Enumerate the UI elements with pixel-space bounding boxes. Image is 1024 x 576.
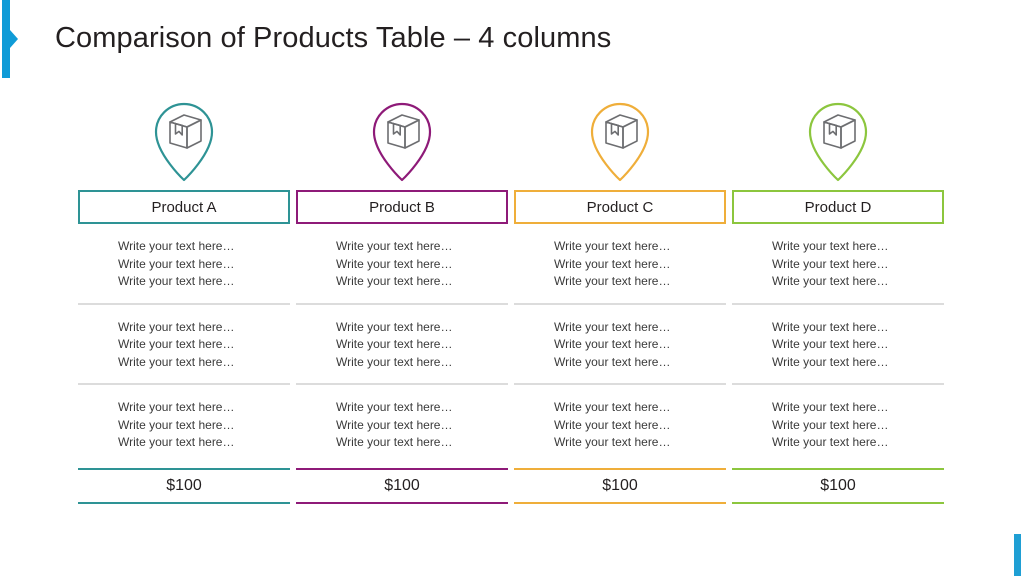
feature-group-2: Write your text here… Write your text her…	[296, 302, 508, 384]
product-price-box-2: $100	[296, 467, 508, 504]
product-pin-wrap	[296, 96, 508, 184]
feature-line: Write your text here…	[772, 400, 889, 414]
feature-group-2: Write your text here… Write your text her…	[732, 302, 944, 384]
feature-line: Write your text here…	[336, 256, 453, 271]
product-feature-groups: Write your text here… Write your text her…	[732, 224, 944, 464]
feature-line: Write your text here…	[336, 274, 453, 288]
feature-line: Write your text here…	[118, 417, 235, 432]
product-comparison-table: Product A Write your text here… Write you…	[78, 96, 944, 504]
product-name-label: Product D	[804, 198, 872, 216]
product-name-box-4[interactable]: Product D	[732, 190, 944, 224]
product-column-3: Product C Write your text here… Write you…	[514, 96, 726, 504]
feature-line: Write your text here…	[772, 319, 889, 334]
product-price-label: $100	[384, 476, 420, 494]
feature-line: Write your text here…	[554, 417, 671, 432]
product-price-box-4: $100	[732, 467, 944, 504]
package-box-pin-icon	[372, 102, 432, 182]
product-feature-groups: Write your text here… Write your text her…	[296, 224, 508, 464]
product-price-label: $100	[166, 476, 202, 494]
feature-line: Write your text here…	[772, 435, 889, 449]
feature-line: Write your text here…	[336, 417, 453, 432]
product-column-1: Product A Write your text here… Write you…	[78, 96, 290, 504]
right-accent-bar	[1014, 534, 1021, 576]
product-name-label: Product C	[586, 198, 654, 216]
package-box-pin-icon	[154, 102, 214, 182]
feature-line: Write your text here…	[118, 435, 235, 449]
feature-line: Write your text here…	[772, 239, 889, 253]
feature-group-3: Write your text here… Write your text her…	[78, 383, 290, 464]
left-accent-arrow-icon	[10, 30, 18, 48]
feature-line: Write your text here…	[118, 319, 235, 334]
feature-line: Write your text here…	[554, 337, 671, 351]
feature-line: Write your text here…	[554, 256, 671, 271]
slide-canvas: Comparison of Products Table – 4 columns…	[0, 0, 1024, 576]
feature-line: Write your text here…	[336, 319, 453, 334]
feature-group-3: Write your text here… Write your text her…	[296, 383, 508, 464]
feature-line: Write your text here…	[118, 256, 235, 271]
product-price-label: $100	[820, 476, 856, 494]
feature-group-1: Write your text here… Write your text her…	[732, 224, 944, 303]
feature-line: Write your text here…	[118, 239, 235, 253]
feature-line: Write your text here…	[554, 354, 671, 369]
product-pin-wrap	[514, 96, 726, 184]
feature-line: Write your text here…	[118, 400, 235, 414]
feature-line: Write your text here…	[554, 435, 671, 449]
package-box-pin-icon	[808, 102, 868, 182]
feature-line: Write your text here…	[118, 274, 235, 288]
feature-line: Write your text here…	[554, 239, 671, 253]
product-pin-wrap	[78, 96, 290, 184]
product-pin-wrap	[732, 96, 944, 184]
product-feature-groups: Write your text here… Write your text her…	[514, 224, 726, 464]
feature-line: Write your text here…	[554, 319, 671, 334]
feature-line: Write your text here…	[772, 337, 889, 351]
page-title: Comparison of Products Table – 4 columns	[55, 22, 612, 54]
feature-line: Write your text here…	[772, 417, 889, 432]
product-price-box-1: $100	[78, 467, 290, 504]
product-name-label: Product A	[151, 198, 217, 216]
left-accent-bar	[2, 0, 10, 78]
product-name-box-1[interactable]: Product A	[78, 190, 290, 224]
feature-group-3: Write your text here… Write your text her…	[514, 383, 726, 464]
product-column-2: Product B Write your text here… Write you…	[296, 96, 508, 504]
product-feature-groups: Write your text here… Write your text her…	[78, 224, 290, 464]
feature-line: Write your text here…	[336, 337, 453, 351]
feature-group-3: Write your text here… Write your text her…	[732, 383, 944, 464]
feature-line: Write your text here…	[336, 354, 453, 369]
feature-group-2: Write your text here… Write your text her…	[514, 302, 726, 384]
product-price-box-3: $100	[514, 467, 726, 504]
feature-group-2: Write your text here… Write your text her…	[78, 302, 290, 384]
feature-line: Write your text here…	[772, 354, 889, 369]
feature-line: Write your text here…	[118, 337, 235, 351]
feature-line: Write your text here…	[772, 274, 889, 288]
product-column-4: Product D Write your text here… Write you…	[732, 96, 944, 504]
package-box-pin-icon	[590, 102, 650, 182]
feature-line: Write your text here…	[336, 239, 453, 253]
feature-line: Write your text here…	[554, 274, 671, 288]
feature-line: Write your text here…	[336, 400, 453, 414]
feature-line: Write your text here…	[772, 256, 889, 271]
feature-group-1: Write your text here… Write your text her…	[514, 224, 726, 303]
feature-group-1: Write your text here… Write your text her…	[78, 224, 290, 303]
product-name-label: Product B	[369, 198, 435, 216]
feature-line: Write your text here…	[554, 400, 671, 414]
feature-line: Write your text here…	[336, 435, 453, 449]
feature-group-1: Write your text here… Write your text her…	[296, 224, 508, 303]
product-name-box-3[interactable]: Product C	[514, 190, 726, 224]
product-name-box-2[interactable]: Product B	[296, 190, 508, 224]
feature-line: Write your text here…	[118, 354, 235, 369]
product-price-label: $100	[602, 476, 638, 494]
